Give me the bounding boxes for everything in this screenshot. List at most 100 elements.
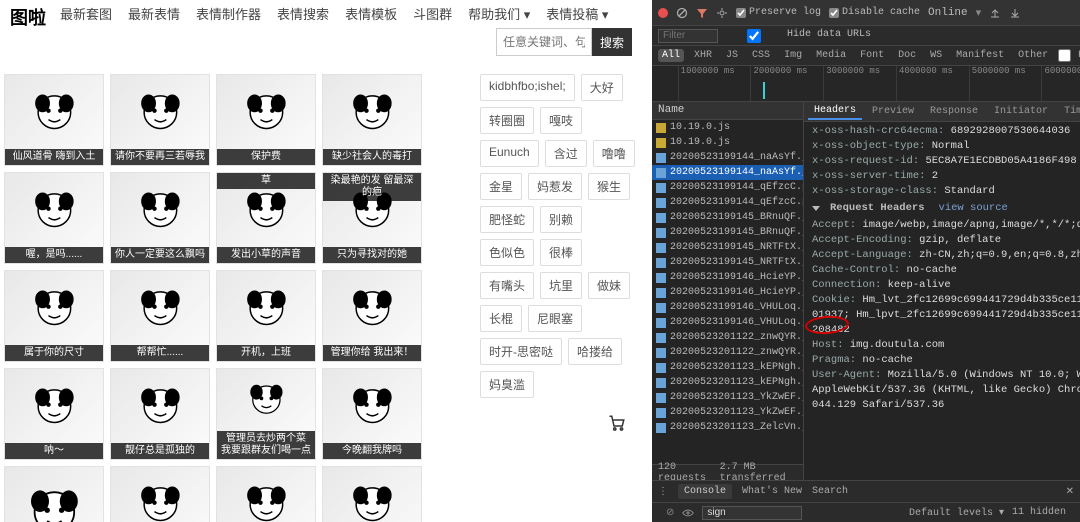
meme-item[interactable]: 狗管理 (110, 466, 210, 522)
throttle-select[interactable]: Online (928, 7, 968, 19)
meme-item[interactable]: 偶尔 (216, 466, 316, 522)
hide-data-urls-toggle[interactable]: Hide data URLs (724, 29, 871, 43)
drawer-menu-icon[interactable]: ⋮ (658, 486, 668, 498)
tag-item[interactable]: 金星 (480, 173, 522, 200)
request-row[interactable]: 20200523199146_VHULoq.jpg (652, 315, 803, 330)
name-column-header[interactable]: Name (652, 102, 803, 120)
type-filter-js[interactable]: JS (722, 49, 742, 62)
type-filter-media[interactable]: Media (812, 49, 850, 62)
tag-item[interactable]: 肥怪蛇 (480, 206, 534, 233)
request-row[interactable]: 20200523201123_YkZwEF.jpg (652, 405, 803, 420)
request-row[interactable]: 20200523201123_kEPNgh.jpg (652, 375, 803, 390)
meme-item[interactable]: 仙风道骨 嗨到入土 (4, 74, 104, 166)
drawer-search-tab[interactable]: Search (812, 486, 848, 497)
request-row[interactable]: 20200523201123_YkZwEF.jpg (652, 390, 803, 405)
meme-item[interactable]: ? (322, 466, 422, 522)
tag-item[interactable]: 大好 (581, 74, 623, 101)
eye-icon[interactable] (682, 507, 694, 519)
tag-item[interactable]: 转圈圈 (480, 107, 534, 134)
meme-item[interactable]: 管理员去炒两个菜 我要跟群友们喝一点 (216, 368, 316, 460)
meme-item[interactable]: 呐～ (4, 368, 104, 460)
search-input[interactable] (496, 28, 592, 56)
preserve-log-toggle[interactable]: Preserve log (736, 7, 821, 18)
detail-tab-headers[interactable]: Headers (808, 103, 862, 120)
tag-item[interactable]: 有嘴头 (480, 272, 534, 299)
tag-item[interactable]: 哈搂给 (568, 338, 622, 365)
tag-item[interactable]: 长棍 (480, 305, 522, 332)
clear-icon[interactable] (676, 7, 688, 19)
request-row[interactable]: 20200523199145_NRTFtX.jpg (652, 255, 803, 270)
timeline[interactable]: 1000000 ms2000000 ms3000000 ms4000000 ms… (652, 66, 1080, 102)
request-row[interactable]: 20200523199146_VHULoq.jpg (652, 300, 803, 315)
tag-item[interactable]: Eunuch (480, 140, 539, 167)
console-tab[interactable]: Console (678, 484, 732, 499)
meme-item[interactable]: 属于你的尺寸 (4, 270, 104, 362)
type-filter-css[interactable]: CSS (748, 49, 774, 62)
nav-item[interactable]: 表情搜索 (271, 0, 335, 27)
tag-item[interactable]: 尼眼塞 (528, 305, 582, 332)
type-filter-doc[interactable]: Doc (894, 49, 920, 62)
request-row[interactable]: 20200523201122_znwQYR.jpg (652, 345, 803, 360)
tag-item[interactable]: 猴生 (588, 173, 630, 200)
request-row[interactable]: 20200523199144_naAsYf.jpg (652, 150, 803, 165)
request-row[interactable]: 20200523201123_kEPNgh.jpg (652, 360, 803, 375)
has-blocked-toggle[interactable]: Has blocked cookies (1058, 49, 1080, 62)
meme-item[interactable] (4, 466, 104, 522)
settings-icon[interactable] (716, 7, 728, 19)
meme-item[interactable]: 喔，是吗...... (4, 172, 104, 264)
upload-icon[interactable] (989, 7, 1001, 19)
drawer-close-icon[interactable]: ✕ (1066, 486, 1074, 498)
meme-item[interactable]: 帮帮忙...... (110, 270, 210, 362)
tag-item[interactable]: 嘎吱 (540, 107, 582, 134)
request-row[interactable]: 20200523201122_znwQYR.jpg (652, 330, 803, 345)
request-row[interactable]: 20200523199145_NRTFtX.jpg (652, 240, 803, 255)
request-row[interactable]: 20200523199144_qEfzcC.png (652, 180, 803, 195)
request-row[interactable]: 20200523199145_BRnuQF.jpg (652, 225, 803, 240)
type-filter-font[interactable]: Font (856, 49, 888, 62)
meme-item[interactable]: 请你不要再三若辱我 (110, 74, 210, 166)
type-filter-xhr[interactable]: XHR (690, 49, 716, 62)
tag-item[interactable]: 含过 (545, 140, 587, 167)
type-filter-all[interactable]: All (658, 49, 684, 62)
type-filter-img[interactable]: Img (780, 49, 806, 62)
request-row[interactable]: 10.19.0.js (652, 135, 803, 150)
console-filter-input[interactable] (702, 506, 802, 520)
disable-cache-toggle[interactable]: Disable cache (829, 7, 920, 18)
type-filter-manifest[interactable]: Manifest (952, 49, 1008, 62)
filter-input[interactable] (658, 29, 718, 43)
detail-tab-response[interactable]: Response (924, 104, 984, 119)
cart-icon[interactable] (608, 414, 626, 432)
type-filter-other[interactable]: Other (1014, 49, 1052, 62)
tag-item[interactable]: 坑里 (540, 272, 582, 299)
meme-item[interactable]: 今晚翻我牌吗 (322, 368, 422, 460)
meme-item[interactable]: 你人一定要这么飘吗 (110, 172, 210, 264)
request-row[interactable]: 20200523199144_qEfzcC.png (652, 195, 803, 210)
tag-item[interactable]: 时开-思密哒 (480, 338, 562, 365)
request-row[interactable]: 10.19.0.js (652, 120, 803, 135)
detail-tab-initiator[interactable]: Initiator (988, 104, 1054, 119)
request-row[interactable]: 20200523199144_naAsYf.jpg (652, 165, 803, 180)
request-row[interactable]: 20200523199146_HcieYP.jpg (652, 270, 803, 285)
meme-item[interactable]: 开机，上班 (216, 270, 316, 362)
request-row[interactable]: 20200523199145_BRnuQF.jpg (652, 210, 803, 225)
whatsnew-tab[interactable]: What's New (742, 486, 802, 497)
meme-item[interactable]: 草发出小草的声音 (216, 172, 316, 264)
meme-item[interactable]: 管理你给 我出来！ (322, 270, 422, 362)
detail-tab-timing[interactable]: Timing (1058, 104, 1080, 119)
nav-item[interactable]: 帮助我们 ▾ (462, 0, 536, 27)
meme-item[interactable]: 靓仔总是孤独的 (110, 368, 210, 460)
search-button[interactable]: 搜索 (592, 28, 632, 56)
nav-item[interactable]: 表情投稿 ▾ (540, 0, 614, 27)
nav-item[interactable]: 表情模板 (339, 0, 403, 27)
tag-item[interactable]: 别赖 (540, 206, 582, 233)
download-icon[interactable] (1009, 7, 1021, 19)
meme-item[interactable]: 染最艳的发 留最深的疤只为寻找对的她 (322, 172, 422, 264)
nav-item[interactable]: 表情制作器 (190, 0, 267, 27)
tag-item[interactable]: kidbhfbo;ishel; (480, 74, 575, 101)
filter-toggle-icon[interactable] (696, 7, 708, 19)
request-row[interactable]: 20200523201123_ZelcVn.jpg (652, 420, 803, 435)
nav-item[interactable]: 斗图群 (407, 0, 458, 27)
tag-item[interactable]: 噜噜 (593, 140, 635, 167)
tag-item[interactable]: 色似色 (480, 239, 534, 266)
request-row[interactable]: 20200523199146_HcieYP.jpg (652, 285, 803, 300)
